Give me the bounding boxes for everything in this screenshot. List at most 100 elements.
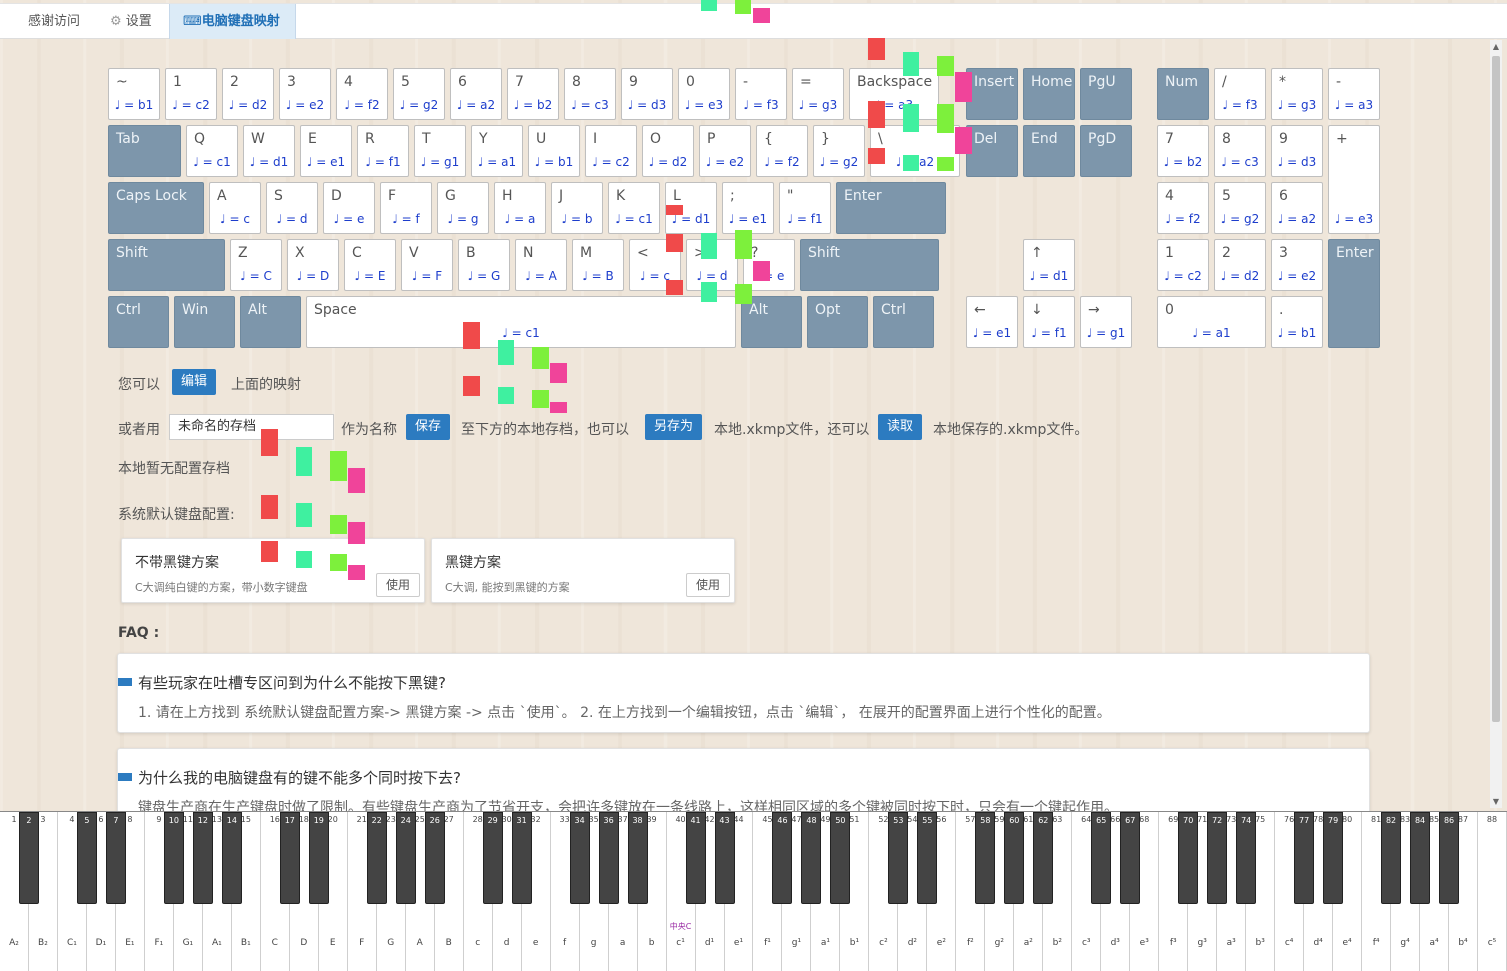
piano-black-key[interactable]: 12 (192, 812, 213, 904)
piano-black-key[interactable]: 2 (18, 812, 39, 904)
key-0-5[interactable]: 5 ♩ = g2 (393, 68, 445, 120)
key-4-6[interactable]: Ctrl (873, 296, 934, 348)
key-4-1[interactable]: Win (174, 296, 235, 348)
numpad-key-4[interactable]: 7 ♩ = b2 (1157, 125, 1209, 177)
numpad-key-8[interactable]: 4 ♩ = f2 (1157, 182, 1209, 234)
key-1-2[interactable]: W ♩ = d1 (243, 125, 295, 177)
piano-black-key[interactable]: 29 (482, 812, 503, 904)
numpad-key-13[interactable]: 3 ♩ = e2 (1271, 239, 1323, 291)
key-2-12[interactable]: Enter (836, 182, 946, 234)
key-2-2[interactable]: S ♩ = d (266, 182, 318, 234)
key-2-5[interactable]: G ♩ = g (437, 182, 489, 234)
numpad-key-0[interactable]: Num (1157, 68, 1209, 120)
key-1-9[interactable]: O ♩ = d2 (642, 125, 694, 177)
key-1-1[interactable]: Q ♩ = c1 (186, 125, 238, 177)
piano-black-key[interactable]: 19 (308, 812, 329, 904)
key-1-5[interactable]: T ♩ = g1 (414, 125, 466, 177)
tab-settings[interactable]: ⚙ 设置 (110, 4, 152, 39)
numpad-key-6[interactable]: 9 ♩ = d3 (1271, 125, 1323, 177)
key-0-0[interactable]: ~ ♩ = b1 (108, 68, 160, 120)
tab-thanks[interactable]: 感谢访问 (28, 4, 80, 39)
piano-black-key[interactable]: 31 (511, 812, 532, 904)
piano-black-key[interactable]: 34 (569, 812, 590, 904)
piano-black-key[interactable]: 43 (714, 812, 735, 904)
nav-key-3[interactable]: Del (966, 125, 1018, 177)
piano-black-key[interactable]: 7 (105, 812, 126, 904)
key-2-7[interactable]: J ♩ = b (551, 182, 603, 234)
scroll-up-icon[interactable]: ▲ (1490, 42, 1502, 51)
save-button[interactable]: 保存 (406, 414, 451, 440)
key-0-3[interactable]: 3 ♩ = e2 (279, 68, 331, 120)
key-4-3[interactable]: Space ♩ = c1 (306, 296, 736, 348)
piano-black-key[interactable]: 50 (830, 812, 851, 904)
piano-black-key[interactable]: 70 (1178, 812, 1199, 904)
key-0-8[interactable]: 8 ♩ = c3 (564, 68, 616, 120)
piano-black-key[interactable]: 77 (1294, 812, 1315, 904)
piano-black-key[interactable]: 82 (1381, 812, 1402, 904)
numpad-key-1[interactable]: / ♩ = f3 (1214, 68, 1266, 120)
arrow-key-3[interactable]: → ♩ = g1 (1080, 296, 1132, 348)
piano-black-key[interactable]: 65 (1091, 812, 1112, 904)
numpad-key-5[interactable]: 8 ♩ = c3 (1214, 125, 1266, 177)
key-3-6[interactable]: N ♩ = A (515, 239, 567, 291)
page-scrollbar[interactable]: ▲ ▼ (1490, 40, 1502, 808)
use-preset-button[interactable]: 使用 (376, 573, 421, 597)
piano-black-key[interactable]: 24 (395, 812, 416, 904)
key-3-1[interactable]: Z ♩ = C (230, 239, 282, 291)
piano-black-key[interactable]: 67 (1120, 812, 1141, 904)
scrollbar-thumb[interactable] (1492, 56, 1500, 722)
piano-black-key[interactable]: 41 (685, 812, 706, 904)
key-2-4[interactable]: F ♩ = f (380, 182, 432, 234)
nav-key-0[interactable]: Insert (966, 68, 1018, 120)
key-1-3[interactable]: E ♩ = e1 (300, 125, 352, 177)
key-2-10[interactable]: ; ♩ = e1 (722, 182, 774, 234)
numpad-key-14[interactable]: Enter (1328, 239, 1380, 348)
key-2-6[interactable]: H ♩ = a (494, 182, 546, 234)
scroll-down-icon[interactable]: ▼ (1490, 797, 1502, 806)
piano-black-key[interactable]: 58 (975, 812, 996, 904)
piano-black-key[interactable]: 53 (888, 812, 909, 904)
key-0-4[interactable]: 4 ♩ = f2 (336, 68, 388, 120)
numpad-key-7[interactable]: + ♩ = e3 (1328, 125, 1380, 234)
key-1-0[interactable]: Tab (108, 125, 181, 177)
piano-black-key[interactable]: 55 (917, 812, 938, 904)
key-3-4[interactable]: V ♩ = F (401, 239, 453, 291)
numpad-key-16[interactable]: . ♩ = b1 (1271, 296, 1323, 348)
key-4-2[interactable]: Alt (240, 296, 301, 348)
nav-key-2[interactable]: PgU (1080, 68, 1132, 120)
key-3-5[interactable]: B ♩ = G (458, 239, 510, 291)
piano-black-key[interactable]: 36 (598, 812, 619, 904)
key-0-7[interactable]: 7 ♩ = b2 (507, 68, 559, 120)
key-3-0[interactable]: Shift (108, 239, 225, 291)
piano-black-key[interactable]: 79 (1323, 812, 1344, 904)
piano-black-key[interactable]: 22 (366, 812, 387, 904)
numpad-key-15[interactable]: 0 ♩ = a1 (1157, 296, 1266, 348)
nav-key-1[interactable]: Home (1023, 68, 1075, 120)
nav-key-4[interactable]: End (1023, 125, 1075, 177)
key-0-12[interactable]: = ♩ = g3 (792, 68, 844, 120)
piano-black-key[interactable]: 72 (1207, 812, 1228, 904)
key-1-6[interactable]: Y ♩ = a1 (471, 125, 523, 177)
key-2-1[interactable]: A ♩ = c (209, 182, 261, 234)
key-0-6[interactable]: 6 ♩ = a2 (450, 68, 502, 120)
key-3-7[interactable]: M ♩ = B (572, 239, 624, 291)
key-2-8[interactable]: K ♩ = c1 (608, 182, 660, 234)
key-1-4[interactable]: R ♩ = f1 (357, 125, 409, 177)
piano-black-key[interactable]: 14 (221, 812, 242, 904)
key-1-12[interactable]: } ♩ = g2 (813, 125, 865, 177)
edit-button[interactable]: 编辑 (172, 369, 217, 395)
piano-black-key[interactable]: 38 (627, 812, 648, 904)
piano-black-key[interactable]: 26 (424, 812, 445, 904)
key-3-2[interactable]: X ♩ = D (287, 239, 339, 291)
piano-black-key[interactable]: 46 (772, 812, 793, 904)
key-0-10[interactable]: 0 ♩ = e3 (678, 68, 730, 120)
piano-black-key[interactable]: 17 (279, 812, 300, 904)
numpad-key-2[interactable]: * ♩ = g3 (1271, 68, 1323, 120)
save-name-input[interactable]: 未命名的存档 (169, 414, 334, 440)
use-preset-button[interactable]: 使用 (686, 573, 731, 597)
nav-key-5[interactable]: PgD (1080, 125, 1132, 177)
piano-black-key[interactable]: 48 (801, 812, 822, 904)
piano-black-key[interactable]: 86 (1439, 812, 1460, 904)
piano-white-key[interactable]: 88 c⁵ (1478, 812, 1507, 971)
piano-black-key[interactable]: 60 (1004, 812, 1025, 904)
